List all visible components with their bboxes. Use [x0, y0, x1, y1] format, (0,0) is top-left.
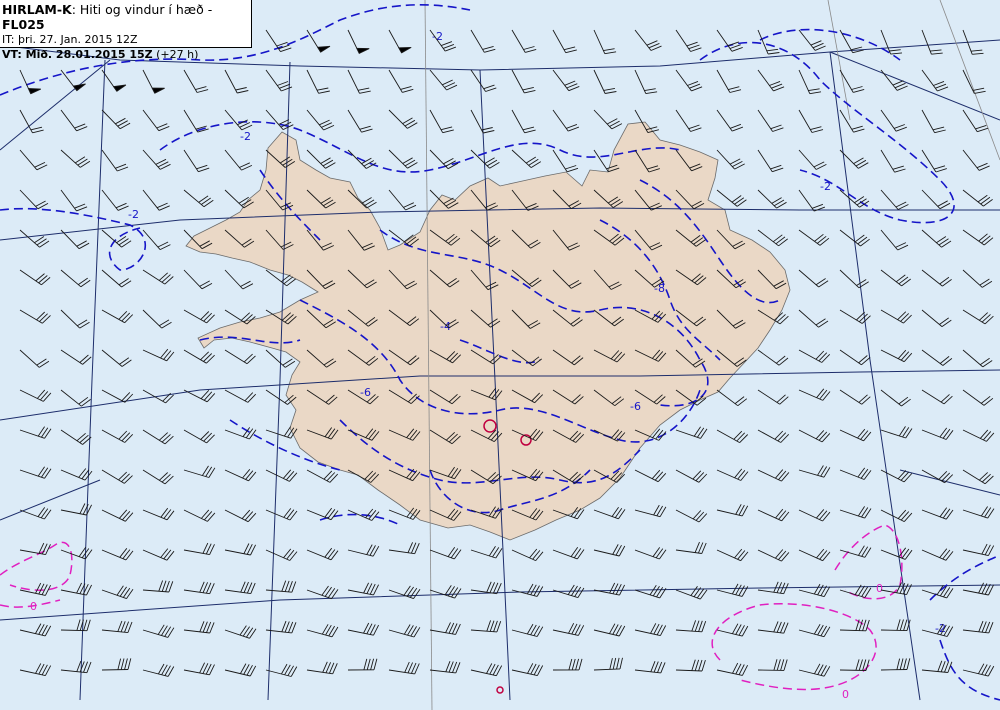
contour-label: 0 — [876, 582, 883, 595]
model-name: HIRLAM-K — [2, 2, 72, 17]
valid-time-line: VT: Mið. 28.01.2015 15Z (+27 h) — [2, 47, 251, 62]
map-legend: HIRLAM-K: Hiti og vindur í hæð - FL025 I… — [0, 0, 252, 61]
contour-label: 0 — [842, 688, 849, 701]
contour-label: 0 — [30, 600, 37, 613]
contour-label: -2 — [240, 130, 251, 143]
contour-label: -6 — [630, 400, 641, 413]
initial-time: IT: þri. 27. Jan. 2015 12Z — [2, 33, 138, 46]
map-description: : Hiti og vindur í hæð - — [71, 2, 213, 17]
contour-label: -4 — [440, 320, 451, 333]
valid-time: VT: Mið. 28.01.2015 15Z — [2, 48, 153, 61]
legend-title-line: HIRLAM-K: Hiti og vindur í hæð - FL025 — [2, 2, 251, 32]
contour-label: -6 — [360, 386, 371, 399]
forecast-offset: (+27 h) — [152, 48, 199, 61]
flight-level: FL025 — [2, 17, 45, 32]
contour-label: -2 — [820, 180, 831, 193]
contour-label: -2 — [128, 208, 139, 221]
weather-map: -2 -2 -2 -2 -4 -6 -8 -6 -2 0 0 0 — [0, 0, 1000, 710]
